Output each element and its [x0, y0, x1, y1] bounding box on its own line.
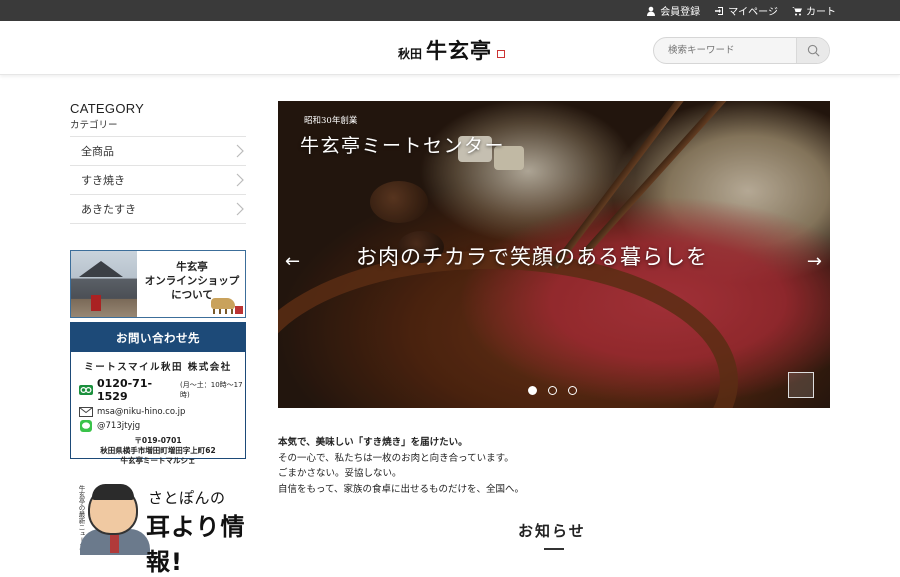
shop-name: 牛玄亭ミートマルシェ	[120, 456, 196, 465]
company-name: ミートスマイル秋田 株式会社	[84, 362, 232, 373]
postal-code: 〒019-0701	[134, 436, 182, 445]
seal-icon	[235, 306, 243, 314]
about-shop-banner[interactable]: 牛玄亭 オンラインショップ について	[70, 250, 246, 318]
user-icon	[647, 6, 656, 16]
intro-line-3: ごまかさない。妥協しない。	[278, 468, 402, 479]
chevron-right-icon	[236, 202, 244, 216]
logo-prefix: 秋田	[398, 47, 423, 61]
cow-icon	[211, 298, 235, 314]
brand-stamp-icon	[788, 372, 814, 398]
intro-lead: 本気で、美味しい「すき焼き」を届けたい。	[278, 437, 468, 448]
satopon-news-banner[interactable]: 牛玄亭の最新ニュース さとぽんの 耳より情報!	[70, 483, 246, 576]
logo-name: 牛玄亭	[426, 38, 493, 63]
sidebar: CATEGORY カテゴリー 全商品 すき焼き あきたすき 牛玄亭 オンラインシ…	[70, 101, 246, 576]
mail-icon	[79, 407, 93, 417]
contact-line-row: @713jtyjg	[71, 420, 245, 432]
search-input[interactable]	[654, 38, 796, 63]
contact-tel-row: 0120-71-1529 (月〜土：10時〜17時)	[71, 377, 245, 403]
mypage-link[interactable]: マイページ	[714, 3, 778, 18]
search-box	[653, 37, 830, 64]
contact-mail-row: msa@niku-hino.co.jp	[71, 407, 245, 417]
satopon-name: さとぽんの	[148, 489, 226, 507]
slider-dot-1[interactable]	[528, 386, 537, 395]
category-item-akitasuki[interactable]: あきたすき	[70, 195, 246, 224]
cart-link[interactable]: カート	[792, 3, 836, 18]
register-label: 会員登録	[660, 7, 701, 18]
hero-established: 昭和30年創業	[304, 116, 358, 126]
chevron-right-icon	[236, 144, 244, 158]
contact-address: 〒019-0701 秋田県横手市増田町増田字上町62 牛玄亭ミートマルシェ	[71, 436, 245, 466]
slider-next-arrow-icon[interactable]: →	[807, 251, 822, 272]
slider-pagination	[528, 386, 577, 395]
top-utility-bar: 会員登録 マイページ カート	[0, 0, 900, 21]
register-link[interactable]: 会員登録	[646, 3, 700, 18]
contact-email[interactable]: msa@niku-hino.co.jp	[97, 407, 185, 417]
contact-box: お問い合わせ先 ミートスマイル秋田 株式会社 0120-71-1529 (月〜土…	[70, 322, 246, 465]
contact-tel-hours: (月〜土：10時〜17時)	[180, 381, 243, 399]
freedial-icon	[79, 385, 93, 395]
about-banner-line2: オンラインショップ	[144, 275, 240, 287]
slider-prev-arrow-icon[interactable]: ←	[285, 251, 300, 272]
shop-building-image	[71, 251, 137, 317]
login-icon	[715, 6, 724, 15]
contact-tel[interactable]: 0120-71-1529	[97, 377, 174, 403]
contact-line-id[interactable]: @713jtyjg	[97, 421, 140, 431]
satopon-headline: 耳より情報!	[146, 513, 246, 576]
category-item-sukiyaki[interactable]: すき焼き	[70, 166, 246, 195]
hero-title: 牛玄亭ミートセンター	[300, 135, 506, 157]
necktie-image	[110, 533, 119, 553]
cart-icon	[792, 6, 802, 15]
news-heading-underline	[544, 548, 564, 550]
person-face-image	[88, 484, 138, 535]
logo-seal-icon	[497, 50, 506, 58]
search-icon	[807, 44, 819, 57]
slider-dot-2[interactable]	[548, 386, 557, 395]
category-item-label: あきたすき	[81, 203, 136, 216]
slider-dot-3[interactable]	[568, 386, 577, 395]
hero-catchphrase: お肉のチカラで笑顔のある暮らしを	[356, 245, 708, 269]
category-list: 全商品 すき焼き あきたすき	[70, 137, 246, 224]
about-banner-line1: 牛玄亭	[176, 261, 208, 273]
search-button[interactable]	[796, 38, 829, 63]
cart-label: カート	[806, 7, 836, 18]
category-item-all[interactable]: 全商品	[70, 137, 246, 166]
category-subtitle: カテゴリー	[70, 117, 246, 137]
category-item-label: すき焼き	[81, 174, 125, 187]
site-header: 秋田 牛玄亭	[0, 21, 900, 75]
intro-line-2: その一心で、私たちは一枚のお肉と向き合っています。	[278, 452, 514, 464]
news-heading: お知らせ	[518, 522, 586, 540]
hero-slider: 昭和30年創業 牛玄亭ミートセンター お肉のチカラで笑顔のある暮らしを ← →	[278, 101, 830, 408]
street-address: 秋田県横手市増田町増田字上町62	[100, 446, 216, 455]
mypage-label: マイページ	[728, 7, 778, 18]
intro-line-4: 自信をもって、家族の食卓に出せるものだけを、全国へ。	[278, 483, 525, 495]
line-app-icon	[79, 420, 93, 432]
site-logo[interactable]: 秋田 牛玄亭	[398, 35, 506, 65]
chevron-right-icon	[236, 173, 244, 187]
category-item-label: 全商品	[81, 145, 114, 158]
contact-header: お問い合わせ先	[71, 323, 245, 352]
about-banner-text: 牛玄亭 オンラインショップ について	[137, 260, 245, 302]
intro-text: 本気で、美味しい「すき焼き」を届けたい。 その一心で、私たちは一枚のお肉と向き合…	[278, 435, 524, 497]
category-title: CATEGORY	[70, 101, 145, 116]
